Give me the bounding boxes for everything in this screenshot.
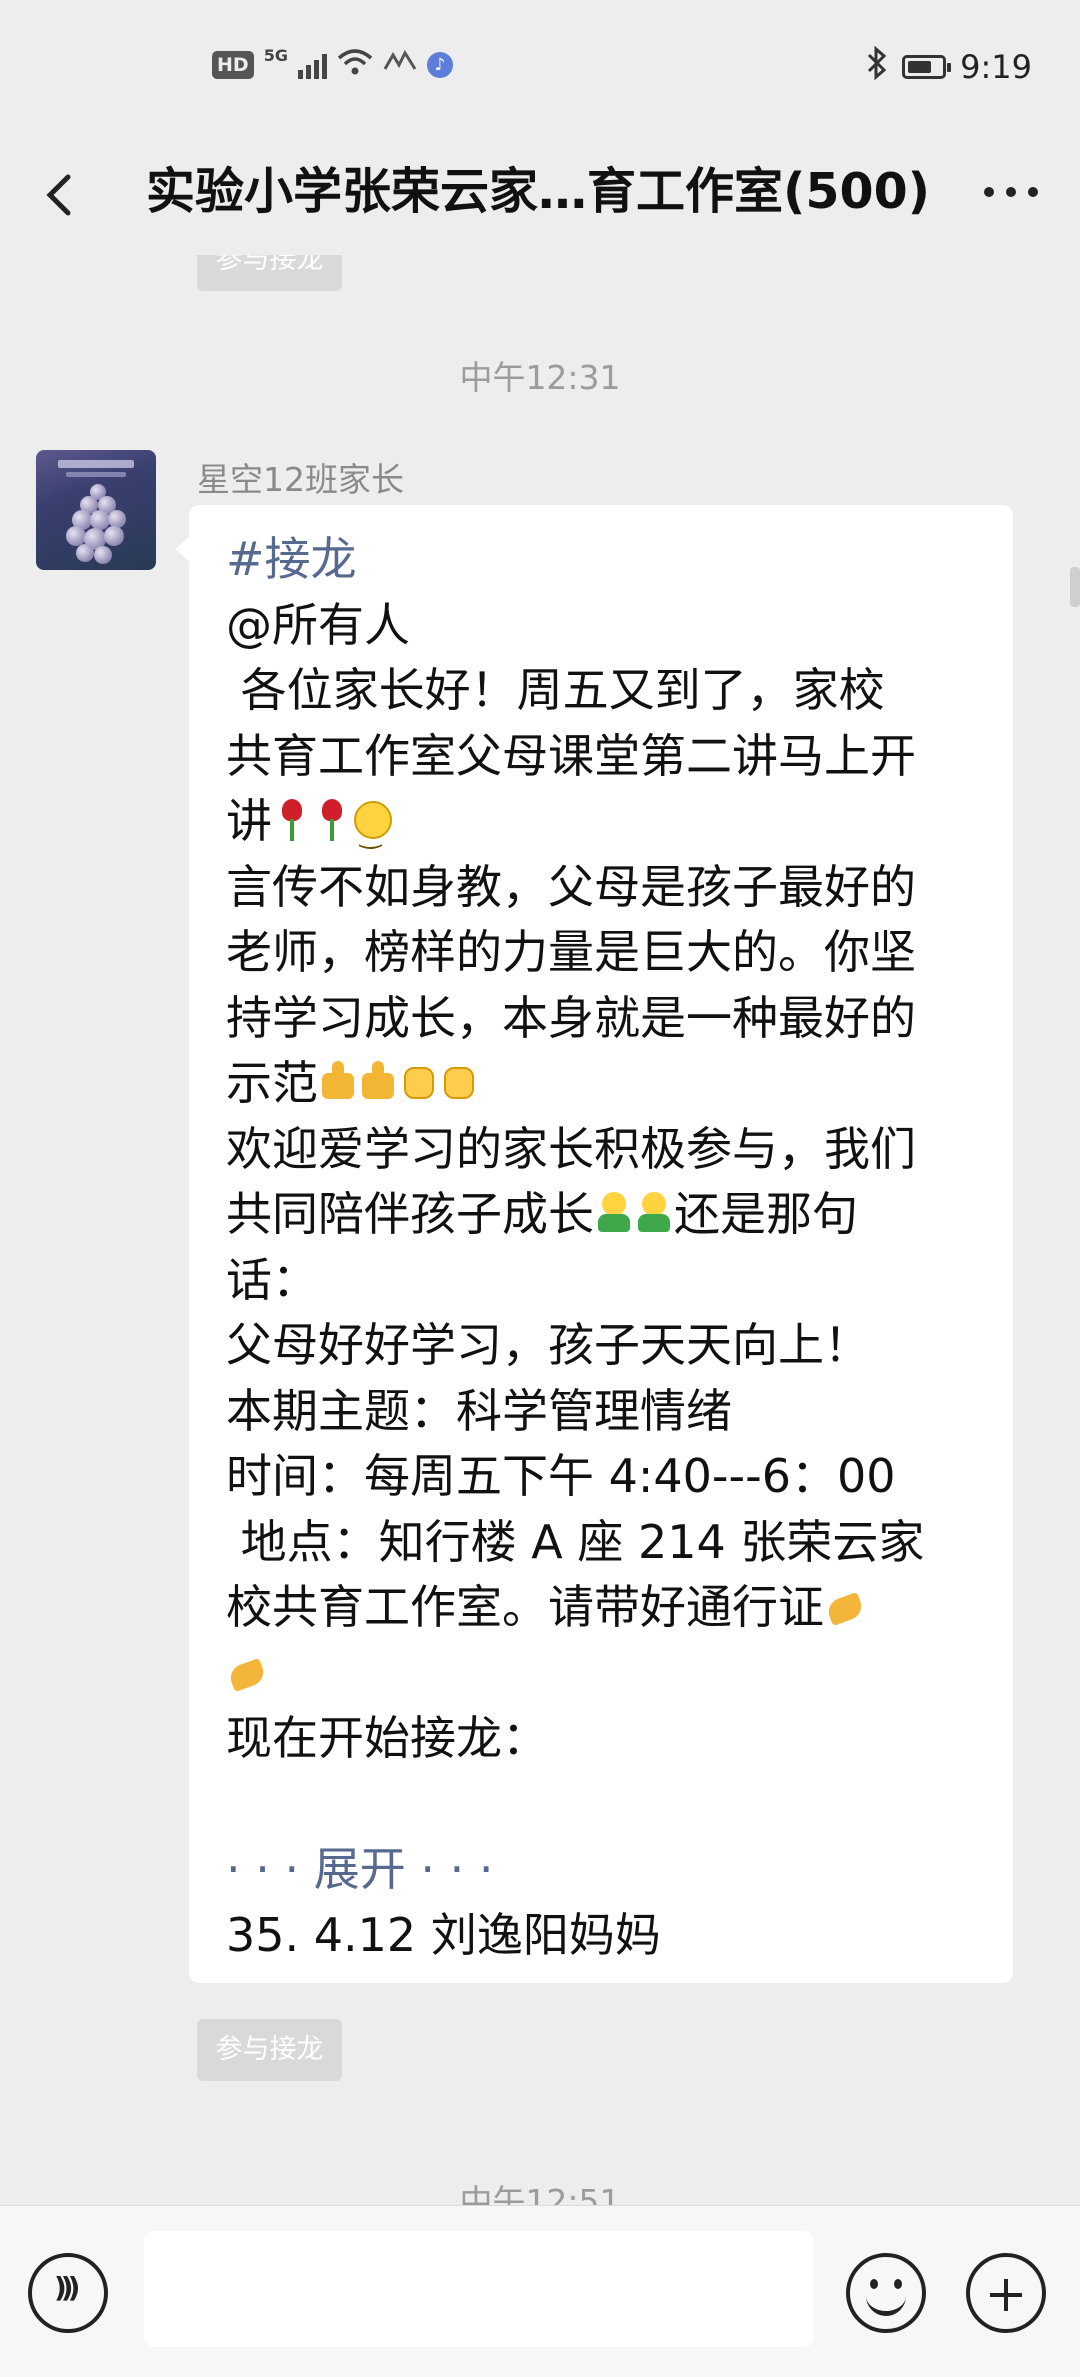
status-right-group: 9:19	[866, 45, 1032, 88]
input-bar	[0, 2205, 1080, 2377]
voice-icon[interactable]	[28, 2253, 108, 2333]
music-app-icon: ♪	[426, 52, 453, 78]
message-line-with-emoji: 讲	[226, 789, 977, 869]
message-line: 欢迎爱学习的家长积极参与，我们	[226, 1121, 916, 1176]
relay-hashtag[interactable]: #接龙	[226, 527, 977, 593]
bluetooth-icon	[866, 45, 888, 88]
sender-name: 星空12班家长	[197, 460, 404, 499]
message-timestamp: 中午12:51	[459, 2182, 621, 2205]
message-line: 持学习成长，本身就是一种最好的	[226, 990, 916, 1045]
more-icon[interactable]	[984, 187, 1038, 197]
join-relay-tag[interactable]: 参与接龙	[197, 255, 342, 291]
message-line: 老师，榜样的力量是巨大的。你坚	[226, 925, 916, 979]
message-line: 父母好好学习，孩子天天向上！	[226, 1318, 870, 1372]
scrollbar[interactable]	[1070, 567, 1080, 607]
message-text: 校共育工作室。请带好通行证	[226, 1580, 824, 1634]
rose-emoji-icon	[272, 797, 312, 843]
message-text: 讲	[226, 794, 272, 848]
message-line: 现在开始接龙：	[226, 1711, 548, 1765]
rose-emoji-icon	[312, 797, 352, 843]
message-line-with-emoji: 示范	[226, 1051, 977, 1117]
app-notification-icon	[383, 49, 417, 81]
message-bubble[interactable]: #接龙 @所有人 各位家长好！周五又到了，家校 共育工作室父母课堂第二讲马上开 …	[175, 505, 1013, 1983]
status-time: 9:19	[960, 48, 1032, 86]
hugging-face-emoji-icon	[634, 1190, 674, 1236]
message-line-emoji	[226, 1641, 977, 1707]
relay-entry: 35. 4.12 刘逸阳妈妈	[226, 1907, 661, 1962]
thumbs-up-emoji-icon	[318, 1059, 358, 1105]
sender-avatar[interactable]	[36, 450, 156, 570]
message-line: @所有人	[226, 597, 410, 652]
hugging-face-emoji-icon	[594, 1190, 634, 1236]
hd-badge: HD	[212, 51, 254, 79]
network-type: 5G	[263, 45, 288, 65]
chat-header: 实验小学张荣云家…育工作室(500)	[0, 135, 1080, 255]
emoji-icon[interactable]	[846, 2253, 926, 2333]
message-line: 各位家长好！周五又到了，家校	[226, 663, 885, 717]
back-icon[interactable]	[38, 163, 82, 227]
message-line: 共育工作室父母课堂第二讲马上开	[226, 728, 916, 783]
raised-fist-emoji-icon	[438, 1059, 478, 1105]
status-bar: HD 5G ♪ 9:19	[0, 0, 1080, 135]
message-line: 时间：每周五下午 4:40---6：00	[226, 1449, 896, 1503]
message-line-with-emoji: 共同陪伴孩子成长 还是那句	[226, 1182, 977, 1248]
message-line: 言传不如身教，父母是孩子最好的	[226, 859, 916, 914]
smiling-face-emoji-icon	[352, 797, 396, 869]
chat-area[interactable]: 参与接龙 中午12:31 星空12班家长 #接龙 @所有人 各位家长好！周五又到…	[0, 255, 1080, 2205]
message-text: 还是那句	[674, 1187, 858, 1241]
message-line-with-emoji: 校共育工作室。请带好通行证	[226, 1575, 977, 1641]
join-relay-tag[interactable]: 参与接龙	[197, 2019, 342, 2081]
message-input[interactable]	[144, 2231, 814, 2347]
status-left-group: HD 5G ♪	[212, 45, 453, 82]
battery-icon	[902, 55, 952, 79]
expand-link[interactable]: · · · 展开 · · ·	[226, 1837, 977, 1903]
message-text: 示范	[226, 1056, 318, 1110]
message-timestamp: 中午12:31	[459, 358, 621, 397]
message-line: 话：	[226, 1252, 318, 1307]
message-line: 本期主题：科学管理情绪	[226, 1383, 732, 1438]
folded-hands-emoji-icon	[824, 1583, 864, 1629]
folded-hands-emoji-icon	[226, 1649, 266, 1695]
plus-icon[interactable]	[966, 2253, 1046, 2333]
signal-icon	[297, 51, 327, 79]
thumbs-up-emoji-icon	[358, 1059, 398, 1105]
message-line: 地点：知行楼 A 座 214 张荣云家	[226, 1514, 925, 1569]
chat-title: 实验小学张荣云家…育工作室(500)	[146, 163, 931, 220]
wifi-icon	[337, 48, 373, 82]
message-text: 共同陪伴孩子成长	[226, 1187, 594, 1241]
raised-fist-emoji-icon	[398, 1059, 438, 1105]
